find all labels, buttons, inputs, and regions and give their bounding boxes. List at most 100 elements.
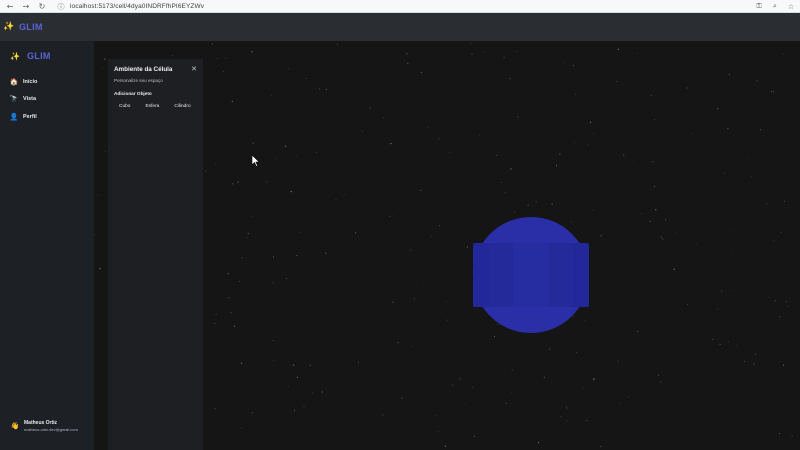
star-dot (575, 351, 578, 354)
site-info-icon[interactable]: ⓘ (56, 2, 66, 12)
star-dot (390, 142, 392, 145)
user-email: matheus.ortiz.dev@gmail.com (24, 427, 78, 432)
star-dot (664, 219, 666, 221)
back-arrow-icon[interactable]: ← (2, 0, 18, 13)
star-dot (410, 249, 412, 251)
reload-icon[interactable]: ↻ (34, 0, 50, 13)
sidebar-item-perfil[interactable]: 👤 Perfil (10, 108, 90, 126)
zoom-icon[interactable]: ⌕ (770, 0, 780, 13)
star-dot (382, 414, 384, 416)
star-dot (285, 277, 288, 279)
star-dot (466, 246, 468, 248)
add-sphere-button[interactable]: Esfera (140, 102, 164, 111)
star-dot (444, 445, 447, 447)
star-dot (271, 94, 273, 96)
sidebar-item-vista[interactable]: 🔭 Vista (10, 91, 90, 109)
panel-title: Ambiente da Célula (114, 66, 173, 73)
star-dot (548, 348, 551, 350)
star-dot (459, 378, 461, 380)
star-dot (383, 117, 385, 119)
star-dot (214, 407, 216, 409)
star-dot (406, 53, 408, 55)
star-dot (445, 300, 447, 302)
star-dot (559, 153, 561, 155)
key-icon[interactable]: ⚿ (754, 0, 764, 13)
user-info: Matheus Ortiz matheus.ortiz.dev@gmail.co… (24, 420, 78, 432)
star-dot (411, 345, 413, 347)
star-dot (272, 339, 274, 341)
star-dot (574, 142, 576, 144)
star-dot (427, 126, 429, 128)
star-dot (573, 208, 574, 210)
star-dot (407, 62, 409, 65)
star-dot (582, 387, 584, 389)
star-dot (649, 220, 651, 223)
star-dot (655, 367, 657, 369)
star-dot (336, 43, 339, 45)
star-dot (316, 152, 318, 154)
star-dot (566, 407, 568, 409)
star-dot (566, 420, 568, 422)
star-dot (296, 376, 298, 378)
star-dot (430, 236, 432, 238)
add-cube-button[interactable]: Cubo (114, 102, 135, 111)
star-dot (325, 252, 327, 254)
star-dot (303, 406, 305, 408)
star-dot (636, 53, 638, 54)
star-dot (295, 155, 297, 157)
star-dot (321, 391, 323, 393)
star-dot (731, 248, 733, 250)
star-dot (413, 298, 416, 300)
star-dot (600, 235, 602, 237)
star-dot (388, 426, 390, 428)
star-dot (754, 353, 757, 355)
star-dot (318, 88, 320, 90)
add-object-buttons: Cubo Esfera Cilindro (114, 102, 196, 111)
star-dot (616, 81, 618, 83)
star-dot (272, 282, 274, 284)
url-text[interactable]: localhost:5173/cell/4dya0INDRFfhPI6EYZWv (70, 3, 204, 10)
star-dot (739, 151, 740, 153)
star-dot (721, 290, 722, 292)
star-dot (509, 78, 511, 80)
star-dot (227, 273, 229, 275)
star-dot (312, 392, 314, 394)
star-dot (633, 132, 635, 134)
star-dot (572, 65, 574, 67)
star-dot (446, 332, 448, 334)
star-dot (560, 416, 562, 418)
address-bar[interactable]: ⓘ localhost:5173/cell/4dya0INDRFfhPI6EYZ… (56, 1, 746, 12)
star-dot (392, 301, 394, 303)
star-dot (496, 154, 498, 157)
star-dot (632, 161, 634, 163)
star-dot (589, 121, 592, 123)
star-dot (252, 142, 254, 144)
close-icon[interactable]: ✕ (191, 65, 197, 73)
scene-object[interactable] (473, 217, 589, 333)
star-dot (438, 225, 440, 227)
panel-subtitle: Personalize seu espaço (114, 78, 163, 83)
sidebar-item-inicio[interactable]: 🏠 Início (10, 73, 90, 91)
star-dot (438, 430, 439, 432)
star-dot (247, 232, 250, 235)
star-dot (500, 181, 502, 183)
star-dot (791, 435, 793, 437)
telescope-icon: 🔭 (9, 95, 19, 104)
add-cylinder-button[interactable]: Cilindro (169, 102, 195, 111)
header-logo-text[interactable]: GLIM (19, 22, 43, 32)
star-dot (782, 53, 784, 55)
star-dot (510, 168, 512, 170)
star-dot (719, 343, 721, 345)
browser-actions: ⚿ ⌕ ☆ (754, 0, 796, 13)
star-dot (743, 360, 745, 362)
forward-arrow-icon[interactable]: → (18, 0, 34, 13)
star-dot (471, 53, 473, 55)
star-dot (783, 364, 785, 366)
star-dot (623, 154, 625, 156)
user-profile[interactable]: 👋 Matheus Ortiz matheus.ortiz.dev@gmail.… (11, 420, 78, 432)
star-dot (397, 341, 399, 344)
star-dot (97, 194, 99, 196)
sidebar-logo[interactable]: ✨ GLIM (10, 51, 51, 61)
bookmark-star-icon[interactable]: ☆ (786, 0, 796, 13)
star-dot (778, 433, 780, 435)
